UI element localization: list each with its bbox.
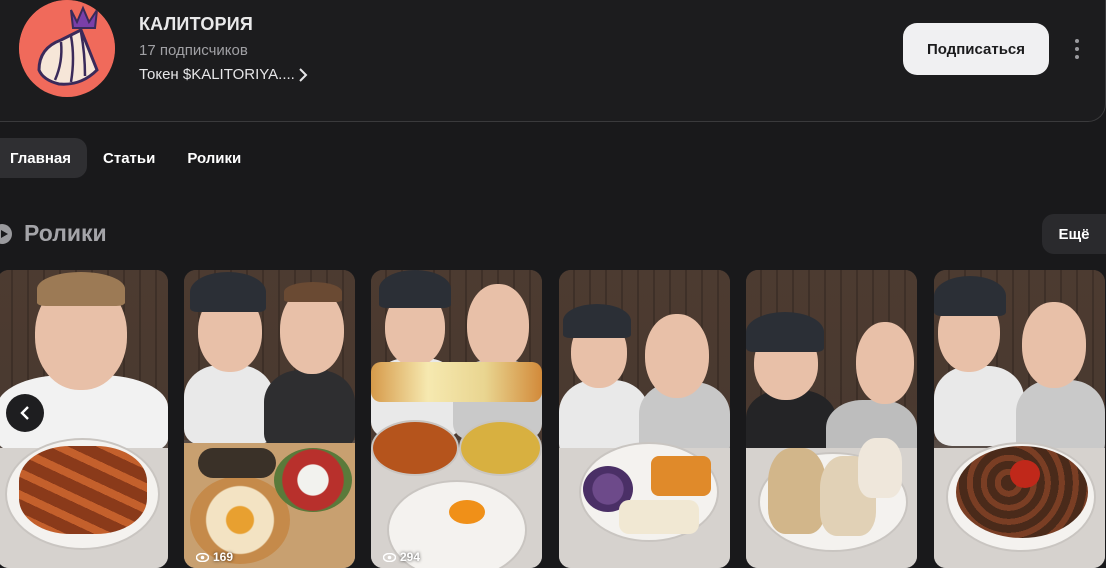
subscriber-count: 17 подписчиков bbox=[139, 42, 248, 59]
section-title: Ролики bbox=[24, 220, 107, 246]
tab-main[interactable]: Главная bbox=[0, 138, 88, 178]
subscribe-button[interactable]: Подписаться bbox=[903, 23, 1049, 75]
tab-articles[interactable]: Статьи bbox=[87, 138, 171, 178]
video-card[interactable] bbox=[559, 270, 730, 568]
video-card[interactable] bbox=[934, 270, 1105, 568]
tab-shorts[interactable]: Ролики bbox=[171, 138, 257, 178]
carousel-prev-button[interactable] bbox=[6, 394, 44, 432]
eye-icon bbox=[383, 552, 396, 562]
view-count: 294 bbox=[383, 550, 420, 564]
play-circle-icon bbox=[0, 224, 12, 244]
chevron-right-icon bbox=[299, 67, 308, 82]
eye-icon bbox=[196, 552, 209, 562]
more-button[interactable]: Ещё bbox=[1042, 214, 1106, 254]
channel-avatar[interactable] bbox=[19, 0, 115, 97]
channel-name: КАЛИТОРИЯ bbox=[139, 14, 254, 34]
channel-tabs: Главная Статьи Ролики bbox=[0, 138, 257, 178]
video-card[interactable] bbox=[746, 270, 917, 568]
token-label: Токен $KALITORIYA.... bbox=[139, 66, 295, 83]
more-options-icon[interactable] bbox=[1066, 36, 1088, 62]
video-card[interactable]: 169 bbox=[184, 270, 355, 568]
video-card[interactable]: 294 bbox=[371, 270, 542, 568]
dumpling-crown-logo bbox=[19, 0, 115, 96]
token-link[interactable]: Токен $KALITORIYA.... bbox=[139, 66, 308, 83]
shorts-carousel: 169 294 bbox=[0, 270, 1106, 568]
chevron-left-icon bbox=[20, 406, 29, 420]
view-count: 169 bbox=[196, 550, 233, 564]
